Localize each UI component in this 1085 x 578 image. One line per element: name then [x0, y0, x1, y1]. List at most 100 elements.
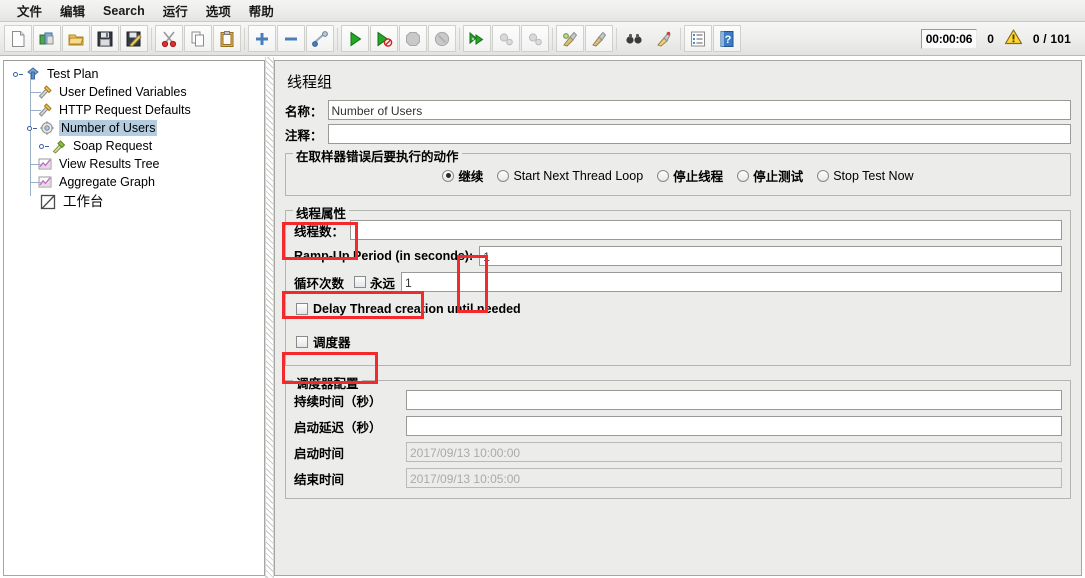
- tree-node-label: Soap Request: [73, 139, 153, 153]
- radio-button: [817, 169, 830, 182]
- tree-node-test-plan[interactable]: Test Plan: [10, 65, 264, 83]
- thread-group-icon: [38, 119, 56, 137]
- toolbar-separator: [334, 26, 341, 52]
- cut-icon[interactable]: [155, 25, 183, 52]
- tree-node-soap-request[interactable]: Soap Request: [10, 137, 264, 155]
- scheduler-configuration-group: 调度器配置 持续时间（秒） 启动延迟（秒） 启动时间 2017/09/13 10…: [285, 373, 1071, 499]
- radio-stop-test[interactable]: 停止测试: [737, 166, 803, 185]
- name-row: 名称： Number of Users: [285, 100, 1071, 120]
- tree-node-aggregate-graph[interactable]: Aggregate Graph: [10, 173, 264, 191]
- thread-group-editor: 线程组 名称： Number of Users 注释： 在取样器错误后要执行的动…: [275, 61, 1081, 499]
- menu-help[interactable]: 帮助: [240, 0, 283, 22]
- name-input[interactable]: Number of Users: [327, 100, 1071, 120]
- start-no-timers-icon[interactable]: [370, 25, 398, 52]
- radio-continue[interactable]: 继续: [442, 166, 483, 185]
- radio-label: 停止线程: [673, 170, 724, 184]
- tree-node-label: Test Plan: [47, 67, 99, 81]
- startup-delay-input[interactable]: [406, 416, 1062, 436]
- menu-file[interactable]: 文件: [8, 0, 51, 22]
- tree-node-workbench[interactable]: 工作台: [10, 191, 264, 213]
- delay-thread-creation-row[interactable]: Delay Thread creation until needed: [294, 298, 1062, 320]
- start-remote-icon[interactable]: [463, 25, 491, 52]
- tree-node-label: 工作台: [63, 194, 104, 209]
- tree-node-label: User Defined Variables: [59, 85, 187, 99]
- ramp-up-input[interactable]: 1: [479, 246, 1062, 266]
- toolbar-group-search: [620, 25, 677, 52]
- paste-icon[interactable]: [213, 25, 241, 52]
- radio-stop-thread[interactable]: 停止线程: [657, 166, 723, 185]
- menu-search[interactable]: Search: [94, 2, 154, 20]
- open-icon[interactable]: [62, 25, 90, 52]
- new-icon[interactable]: [4, 25, 32, 52]
- toolbar-group-edit: [155, 25, 241, 52]
- radio-label: Stop Test Now: [833, 168, 914, 183]
- tree-node-number-of-users[interactable]: Number of Users: [10, 119, 264, 137]
- test-plan-tree-pane: Test Plan User Defined Variables HTTP Re…: [3, 60, 265, 576]
- split-divider[interactable]: [265, 57, 274, 578]
- comment-input[interactable]: [327, 124, 1071, 144]
- search-icon[interactable]: [620, 25, 648, 52]
- forever-label: 永远: [370, 276, 396, 291]
- svg-text:?: ?: [725, 34, 732, 46]
- tree-node-view-results-tree[interactable]: View Results Tree: [10, 155, 264, 173]
- error-count: 0: [987, 31, 994, 46]
- warning-triangle-icon[interactable]: [1004, 28, 1023, 49]
- templates-icon[interactable]: [33, 25, 61, 52]
- tree-node-http-request-defaults[interactable]: HTTP Request Defaults: [10, 101, 264, 119]
- thread-count-input[interactable]: [350, 220, 1062, 240]
- expand-handle[interactable]: [36, 137, 50, 155]
- stop-remote-icon[interactable]: [492, 25, 520, 52]
- test-plan-tree: Test Plan User Defined Variables HTTP Re…: [4, 61, 264, 213]
- save-icon[interactable]: [91, 25, 119, 52]
- clear-icon[interactable]: [556, 25, 584, 52]
- help-icon[interactable]: ?: [713, 25, 741, 52]
- main-split: Test Plan User Defined Variables HTTP Re…: [0, 57, 1085, 578]
- copy-icon[interactable]: [184, 25, 212, 52]
- sampler-error-action-group: 在取样器错误后要执行的动作 继续 Start Next Thread Loop …: [285, 146, 1071, 196]
- expand-handle[interactable]: [24, 119, 38, 137]
- expand-handle[interactable]: [10, 65, 24, 83]
- loop-count-input[interactable]: 1: [401, 272, 1062, 292]
- toolbar-group-remote: [463, 25, 549, 52]
- toolbar: ? 00:00:06 0 0 / 101: [0, 22, 1085, 56]
- shutdown-icon[interactable]: [428, 25, 456, 52]
- clear-all-icon[interactable]: [585, 25, 613, 52]
- duration-label: 持续时间（秒）: [294, 394, 382, 409]
- expand-all-icon[interactable]: [248, 25, 276, 52]
- comment-label: 注释：: [285, 128, 323, 143]
- duration-row: 持续时间（秒）: [294, 390, 1062, 410]
- forever-checkbox[interactable]: [354, 276, 367, 288]
- radio-stop-test-now[interactable]: Stop Test Now: [817, 168, 914, 183]
- radio-button: [657, 169, 670, 182]
- toolbar-separator: [677, 26, 684, 52]
- menu-run[interactable]: 运行: [154, 0, 197, 22]
- scheduler-row[interactable]: 调度器: [294, 328, 1062, 355]
- end-time-input[interactable]: 2017/09/13 10:05:00: [406, 468, 1062, 488]
- duration-input[interactable]: [406, 390, 1062, 410]
- menu-options[interactable]: 选项: [197, 0, 240, 22]
- tree-node-user-defined-variables[interactable]: User Defined Variables: [10, 83, 264, 101]
- save-as-icon[interactable]: [120, 25, 148, 52]
- function-helper-icon[interactable]: [684, 25, 712, 52]
- radio-start-next-thread-loop[interactable]: Start Next Thread Loop: [497, 169, 643, 183]
- scheduler-checkbox[interactable]: [296, 335, 308, 348]
- name-label: 名称：: [285, 104, 323, 119]
- toolbar-separator: [613, 26, 620, 52]
- delay-thread-creation-checkbox[interactable]: [296, 303, 308, 315]
- toolbar-status: 00:00:06 0 0 / 101: [920, 28, 1081, 49]
- thread-group-editor-pane: 线程组 名称： Number of Users 注释： 在取样器错误后要执行的动…: [274, 60, 1082, 576]
- menu-edit[interactable]: 编辑: [51, 0, 94, 22]
- collapse-all-icon[interactable]: [277, 25, 305, 52]
- shutdown-remote-icon[interactable]: [521, 25, 549, 52]
- start-time-input[interactable]: 2017/09/13 10:00:00: [406, 442, 1062, 462]
- radio-label: 停止测试: [753, 170, 804, 184]
- reset-search-icon[interactable]: [649, 25, 677, 52]
- toolbar-group-tree: [248, 25, 334, 52]
- toolbar-group-clear: [556, 25, 613, 52]
- toggle-icon[interactable]: [306, 25, 334, 52]
- test-plan-icon: [24, 65, 42, 83]
- toolbar-separator: [456, 26, 463, 52]
- start-icon[interactable]: [341, 25, 369, 52]
- sampler-error-action-title: 在取样器错误后要执行的动作: [293, 146, 462, 165]
- stop-icon[interactable]: [399, 25, 427, 52]
